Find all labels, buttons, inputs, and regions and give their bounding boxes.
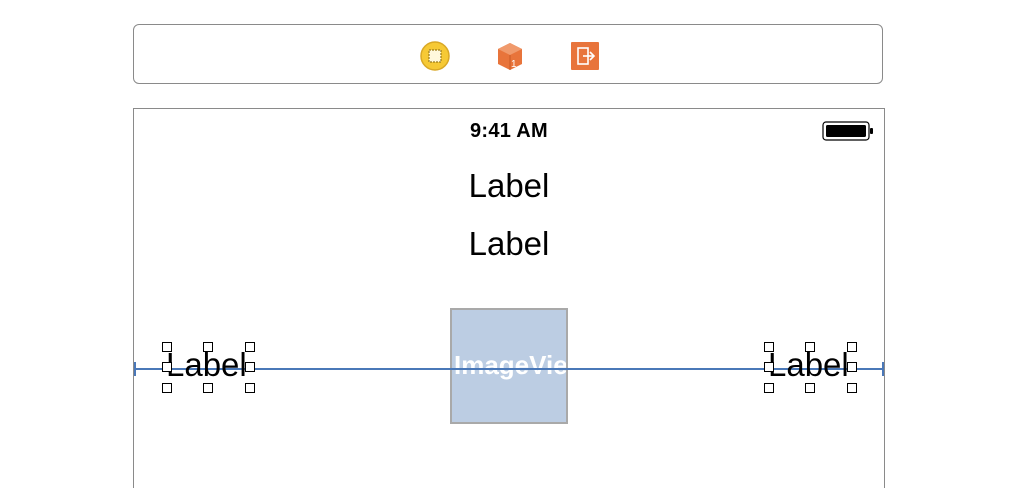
first-responder-icon[interactable]: 1 — [495, 41, 525, 71]
status-bar-time: 9:41 AM — [469, 120, 549, 142]
resize-handle-right-ml[interactable] — [764, 362, 774, 372]
label-second[interactable]: Label — [134, 225, 884, 263]
view-controller-canvas[interactable]: 9:41 AM Label Label ImageView Label Labe… — [133, 108, 885, 488]
resize-handle-right-tr[interactable] — [847, 342, 857, 352]
resize-handle-left-br[interactable] — [245, 383, 255, 393]
resize-handle-right-tc[interactable] — [805, 342, 815, 352]
battery-icon — [822, 121, 873, 141]
resize-handle-right-br[interactable] — [847, 383, 857, 393]
resize-handle-left-tl[interactable] — [162, 342, 172, 352]
resize-handle-right-bl[interactable] — [764, 383, 774, 393]
resize-handle-left-tc[interactable] — [203, 342, 213, 352]
guide-right-cap — [882, 362, 884, 376]
label-top[interactable]: Label — [134, 167, 884, 205]
resize-handle-right-tl[interactable] — [764, 342, 774, 352]
svg-text:1: 1 — [511, 59, 517, 70]
resize-handle-right-bc[interactable] — [805, 383, 815, 393]
guide-left-cap — [134, 362, 136, 376]
resize-handle-left-bc[interactable] — [203, 383, 213, 393]
resize-handle-left-bl[interactable] — [162, 383, 172, 393]
view-controller-icon[interactable] — [420, 41, 450, 71]
resize-handle-right-mr[interactable] — [847, 362, 857, 372]
exit-icon[interactable] — [570, 41, 600, 71]
image-view-placeholder-text: ImageView — [454, 350, 568, 380]
resize-handle-left-tr[interactable] — [245, 342, 255, 352]
image-view[interactable]: ImageView — [450, 308, 568, 424]
scene-dock: 1 — [133, 24, 883, 84]
resize-handle-left-ml[interactable] — [162, 362, 172, 372]
resize-handle-left-mr[interactable] — [245, 362, 255, 372]
